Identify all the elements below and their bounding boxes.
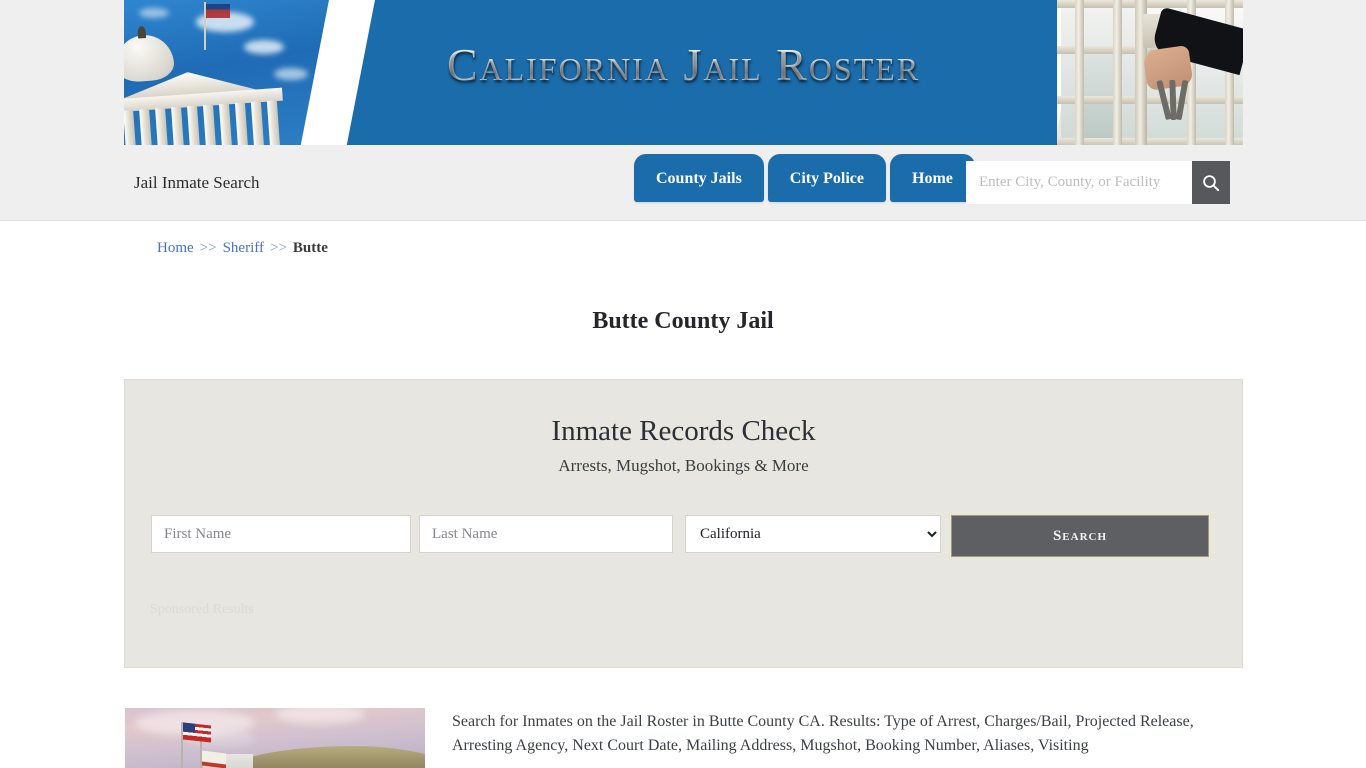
search-icon: [1202, 174, 1220, 192]
nav-tab-home[interactable]: Home: [890, 154, 975, 202]
page-description: Search for Inmates on the Jail Roster in…: [452, 713, 1194, 754]
inmate-search-button[interactable]: Search: [951, 515, 1209, 557]
banner-title: California Jail Roster: [124, 38, 1243, 91]
sponsored-results-label: Sponsored Results: [150, 602, 254, 617]
panel-subheading: Arrests, Mugshot, Bookings & More: [558, 456, 809, 475]
first-name-input[interactable]: [151, 515, 411, 553]
jail-building-photo: [125, 708, 425, 768]
cloud-shape: [139, 8, 169, 18]
header-banner: California Jail Roster: [124, 0, 1243, 145]
nav-tabs: County Jails City Police Home: [634, 154, 975, 202]
jail-bar-horizontal: [1057, 138, 1243, 145]
breadcrumb-item-current: Butte: [292, 240, 328, 256]
nav-tab-county-jails[interactable]: County Jails: [634, 154, 764, 202]
last-name-input[interactable]: [419, 515, 673, 553]
us-flag-icon: [183, 722, 211, 743]
breadcrumb-item-home[interactable]: Home: [157, 240, 194, 256]
jail-bar-horizontal: [1057, 0, 1243, 8]
inmate-records-panel: Inmate Records Check Arrests, Mugshot, B…: [124, 379, 1243, 668]
flag-icon: [206, 4, 230, 18]
california-flag-icon: [202, 750, 226, 768]
breadcrumb-separator: >>: [269, 240, 287, 256]
breadcrumb-item-sheriff[interactable]: Sheriff: [223, 240, 264, 256]
page-title: Butte County Jail: [592, 308, 774, 335]
inmate-search-form: California Search: [151, 515, 1217, 557]
jail-bar-horizontal: [1057, 96, 1243, 104]
site-name: Jail Inmate Search: [134, 173, 260, 192]
site-search-input[interactable]: [966, 161, 1192, 204]
site-header: California Jail Roster: [0, 0, 1366, 145]
cloud-shape: [275, 708, 365, 724]
site-search: [966, 161, 1230, 204]
breadcrumb: Home >> Sheriff >> Butte: [157, 240, 328, 257]
panel-heading: Inmate Records Check: [551, 415, 816, 447]
site-search-button[interactable]: [1192, 161, 1230, 204]
breadcrumb-separator: >>: [199, 240, 217, 256]
state-select[interactable]: California: [685, 515, 941, 553]
nav-tab-city-police[interactable]: City Police: [767, 154, 886, 202]
